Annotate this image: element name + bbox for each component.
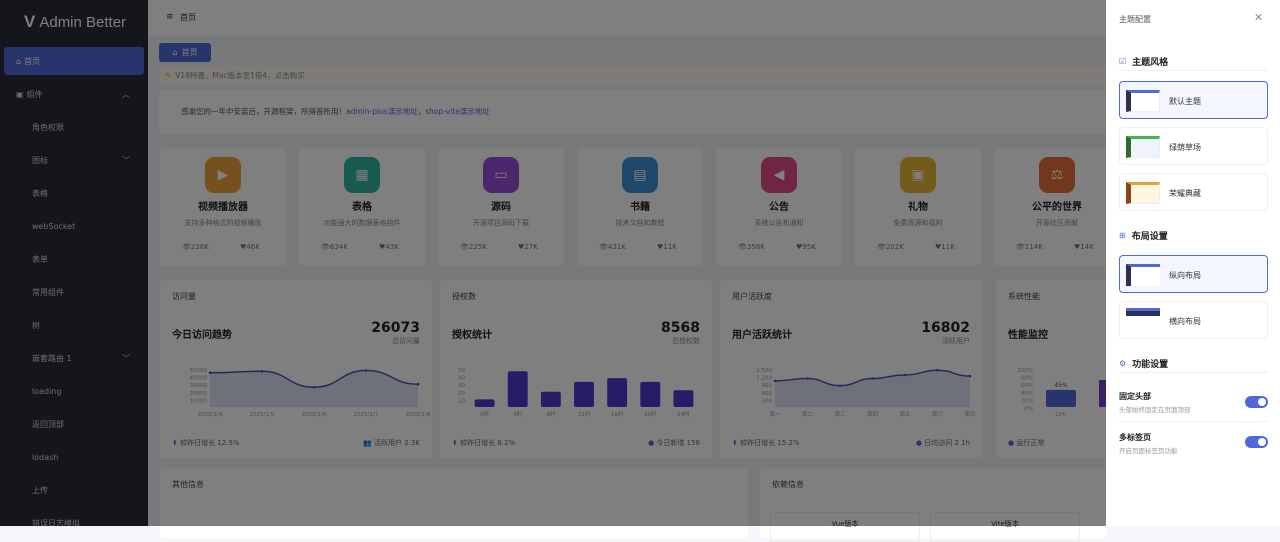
multi-tab-desc: 开启页面标签页功能 [1119,447,1178,455]
divider [1119,70,1268,71]
theme-config-drawer: 主题配置 ✕ ☑ 主题风格 默认主题 绿荫草场 荣耀典藏 ⊞ 布局设置 纵向布局 横… [1106,0,1280,526]
layout-option-horizontal[interactable]: 横向布局 [1119,301,1268,339]
multi-tab-toggle[interactable] [1245,436,1268,448]
feature-section-title: ⚙ 功能设置 [1119,359,1169,370]
close-icon[interactable]: ✕ [1254,11,1263,24]
layout-option-vertical[interactable]: 纵向布局 [1119,255,1268,293]
divider [1119,421,1268,422]
theme-option-gold[interactable]: 荣耀典藏 [1119,173,1268,211]
multi-tab-label: 多标签页 [1119,433,1151,442]
drawer-title: 主题配置 [1119,15,1151,24]
fixed-header-desc: 头部始终固定在页面顶部 [1119,406,1191,414]
layout-section-title: ⊞ 布局设置 [1119,231,1168,242]
gear-icon: ⚙ [1119,359,1127,368]
fixed-header-label: 固定头部 [1119,392,1151,401]
drawer-overlay[interactable] [0,0,1106,526]
divider [1119,372,1268,373]
fixed-header-toggle[interactable] [1245,396,1268,408]
theme-option-green[interactable]: 绿荫草场 [1119,127,1268,165]
theme-icon: ☑ [1119,57,1127,66]
theme-section-title: ☑ 主题风格 [1119,57,1169,68]
theme-option-default[interactable]: 默认主题 [1119,81,1268,119]
grid-icon: ⊞ [1119,231,1126,240]
